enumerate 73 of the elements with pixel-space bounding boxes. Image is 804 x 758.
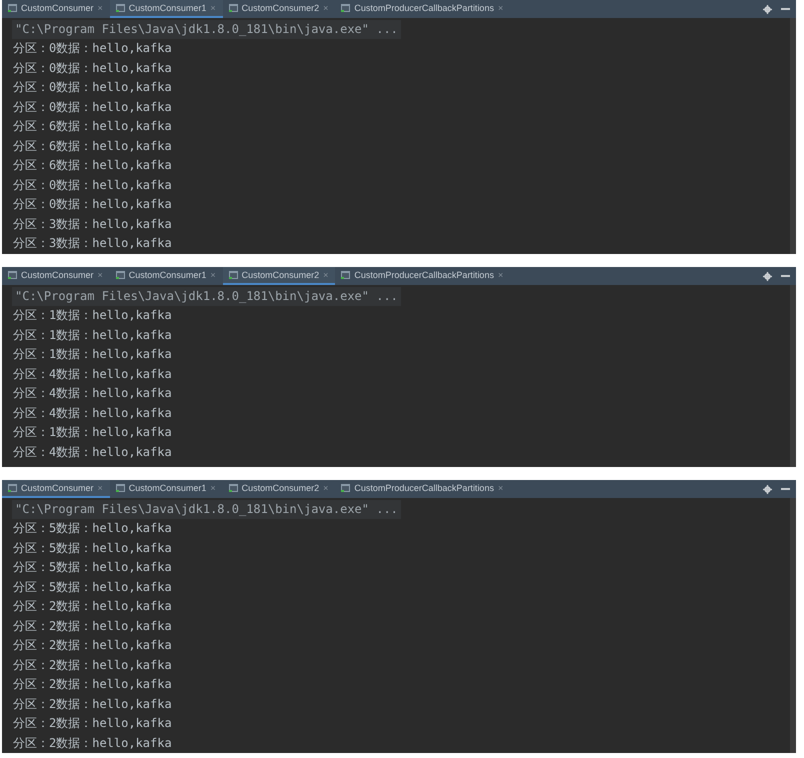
console-line: 分区：0数据：hello,kafka: [12, 60, 173, 76]
settings-icon[interactable]: [763, 4, 772, 14]
run-tab[interactable]: CustomConsumer ×: [2, 0, 110, 18]
console-line: 分区：5数据：hello,kafka: [12, 559, 173, 576]
console-line: 分区：0数据：hello,kafka: [12, 98, 173, 116]
console-line: 分区：2数据：hello,kafka: [12, 618, 173, 634]
run-tab[interactable]: CustomProducerCallbackPartitions ×: [335, 267, 510, 285]
console-line: 分区：0数据：hello,kafka: [12, 40, 173, 57]
minimize-icon[interactable]: [781, 8, 790, 10]
console-line: 分区：1数据：hello,kafka: [12, 307, 173, 324]
console-line: 分区：2数据：hello,kafka: [12, 715, 173, 732]
console-icon: [228, 271, 238, 279]
scrollbar[interactable]: [790, 285, 796, 467]
close-button[interactable]: ×: [210, 483, 216, 493]
run-tab[interactable]: CustomConsumer2 ×: [222, 0, 336, 18]
console-icon: [116, 271, 125, 279]
console-line: 分区：1数据：hello,kafka: [12, 346, 173, 363]
run-tab[interactable]: CustomConsumer ×: [2, 480, 110, 498]
console-line: 分区：4数据：hello,kafka: [12, 385, 173, 402]
console-line: 分区：0数据：hello,kafka: [12, 196, 173, 213]
console-icon: [341, 4, 350, 12]
scrollbar[interactable]: [790, 498, 796, 753]
console-line: 分区：4数据：hello,kafka: [12, 444, 173, 460]
run-tab[interactable]: CustomConsumer1 ×: [110, 0, 223, 18]
settings-icon[interactable]: [763, 272, 772, 280]
console-line: 分区：4数据：hello,kafka: [12, 366, 173, 382]
console-icon: [228, 4, 238, 12]
run-tab[interactable]: CustomProducerCallbackPartitions ×: [335, 0, 510, 18]
close-button[interactable]: ×: [323, 483, 328, 493]
console-line: 分区：3数据：hello,kafka: [12, 235, 173, 252]
console-line: 分区：3数据：hello,kafka: [12, 216, 173, 232]
run-tab[interactable]: CustomConsumer ×: [2, 267, 110, 285]
run-tab[interactable]: CustomConsumer1 ×: [110, 480, 223, 498]
run-tab[interactable]: CustomProducerCallbackPartitions ×: [335, 480, 510, 498]
console-line: 分区：5数据：hello,kafka: [12, 520, 173, 537]
minimize-icon[interactable]: [781, 275, 790, 277]
console-icon: [116, 484, 125, 492]
close-button[interactable]: ×: [498, 3, 504, 13]
console-icon: [341, 484, 350, 492]
console-line: 分区：6数据：hello,kafka: [12, 157, 173, 174]
close-button[interactable]: ×: [498, 483, 504, 493]
console-icon: [8, 4, 17, 12]
console-line: 分区：1数据：hello,kafka: [12, 326, 173, 344]
console-icon: [8, 484, 17, 492]
console-line: 分区：2数据：hello,kafka: [12, 696, 173, 712]
console-line: 分区：2数据：hello,kafka: [12, 676, 173, 693]
minimize-icon[interactable]: [781, 488, 790, 490]
console-line: 分区：2数据：hello,kafka: [12, 637, 173, 654]
scrollbar[interactable]: [790, 18, 796, 254]
console-line: 分区：4数据：hello,kafka: [12, 404, 173, 422]
console-line: 分区：5数据：hello,kafka: [12, 578, 173, 596]
console-line: 分区：0数据：hello,kafka: [12, 176, 173, 194]
console-icon: [228, 484, 238, 492]
close-button[interactable]: ×: [210, 270, 216, 280]
close-button[interactable]: ×: [98, 3, 103, 13]
close-button[interactable]: ×: [498, 270, 504, 280]
console-icon: [116, 4, 125, 12]
console-line: 分区：2数据：hello,kafka: [12, 734, 173, 752]
close-button[interactable]: ×: [323, 3, 328, 13]
console-line: 分区：5数据：hello,kafka: [12, 540, 173, 556]
console-line: 分区：6数据：hello,kafka: [12, 138, 173, 154]
console-line: 分区：2数据：hello,kafka: [12, 656, 173, 674]
close-button[interactable]: ×: [98, 270, 103, 280]
run-tab[interactable]: CustomConsumer2 ×: [222, 267, 336, 285]
console-icon: [341, 271, 350, 279]
settings-icon[interactable]: [763, 484, 772, 494]
console-icon: [8, 271, 17, 279]
console-line: 分区：6数据：hello,kafka: [12, 118, 173, 135]
run-tab[interactable]: CustomConsumer2 ×: [222, 480, 336, 498]
console-line: 分区：0数据：hello,kafka: [12, 79, 173, 96]
console-line: 分区：1数据：hello,kafka: [12, 424, 173, 441]
console-line: 分区：2数据：hello,kafka: [12, 598, 173, 615]
run-tab[interactable]: CustomConsumer1 ×: [110, 267, 223, 285]
